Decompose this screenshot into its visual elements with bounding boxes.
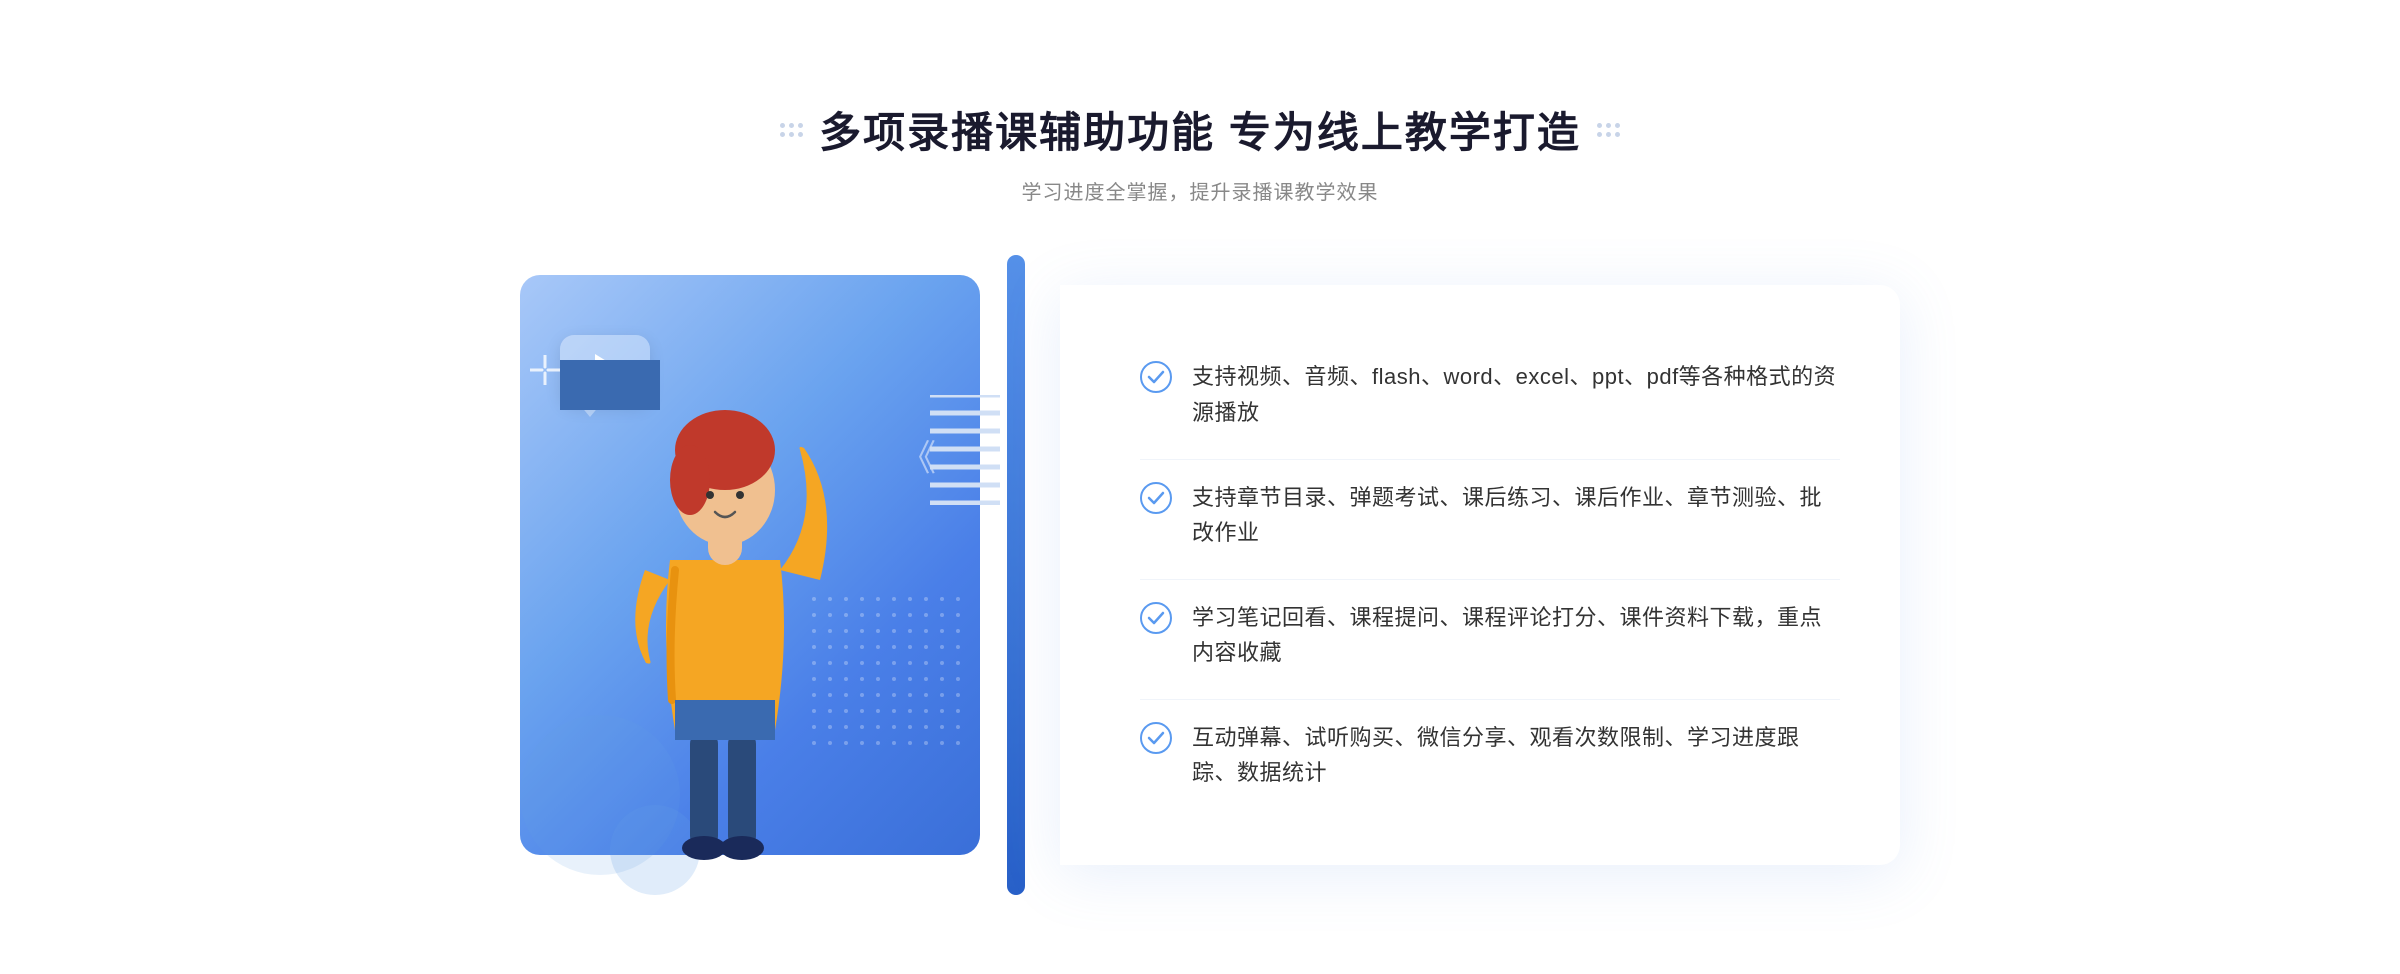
lines-decoration	[930, 395, 1000, 510]
feature-item-1: 支持视频、音频、flash、word、excel、ppt、pdf等各种格式的资源…	[1140, 339, 1840, 449]
feature-text-2: 支持章节目录、弹题考试、课后练习、课后作业、章节测验、批改作业	[1192, 480, 1840, 550]
check-icon-3	[1140, 602, 1172, 634]
right-title-decorator	[1597, 123, 1620, 137]
spark-decoration	[530, 355, 560, 390]
feature-text-1: 支持视频、音频、flash、word、excel、ppt、pdf等各种格式的资源…	[1192, 359, 1840, 429]
subtitle: 学习进度全掌握，提升录播课教学效果	[780, 176, 1620, 205]
vertical-bar	[1007, 255, 1025, 895]
main-title: 多项录播课辅助功能 专为线上教学打造	[819, 99, 1581, 160]
figure-illustration	[560, 360, 880, 895]
header-section: 多项录播课辅助功能 专为线上教学打造 学习进度全掌握，提升录播课教学效果	[780, 99, 1620, 205]
feature-text-3: 学习笔记回看、课程提问、课程评论打分、课件资料下载，重点内容收藏	[1192, 600, 1840, 670]
feature-item-2: 支持章节目录、弹题考试、课后练习、课后作业、章节测验、批改作业	[1140, 459, 1840, 570]
feature-item-4: 互动弹幕、试听购买、微信分享、观看次数限制、学习进度跟踪、数据统计	[1140, 699, 1840, 810]
page-wrapper: 多项录播课辅助功能 专为线上教学打造 学习进度全掌握，提升录播课教学效果 »	[0, 39, 2400, 935]
feature-text-4: 互动弹幕、试听购买、微信分享、观看次数限制、学习进度跟踪、数据统计	[1192, 720, 1840, 790]
header-title-row: 多项录播课辅助功能 专为线上教学打造	[780, 99, 1620, 160]
check-icon-4	[1140, 722, 1172, 754]
content-area: » 《	[500, 255, 1900, 895]
check-icon-1	[1140, 361, 1172, 393]
feature-item-3: 学习笔记回看、课程提问、课程评论打分、课件资料下载，重点内容收藏	[1140, 579, 1840, 690]
illustration-container: 《	[500, 255, 1080, 895]
check-icon-2	[1140, 482, 1172, 514]
left-title-decorator	[780, 123, 803, 137]
features-panel: 支持视频、音频、flash、word、excel、ppt、pdf等各种格式的资源…	[1060, 285, 1900, 865]
